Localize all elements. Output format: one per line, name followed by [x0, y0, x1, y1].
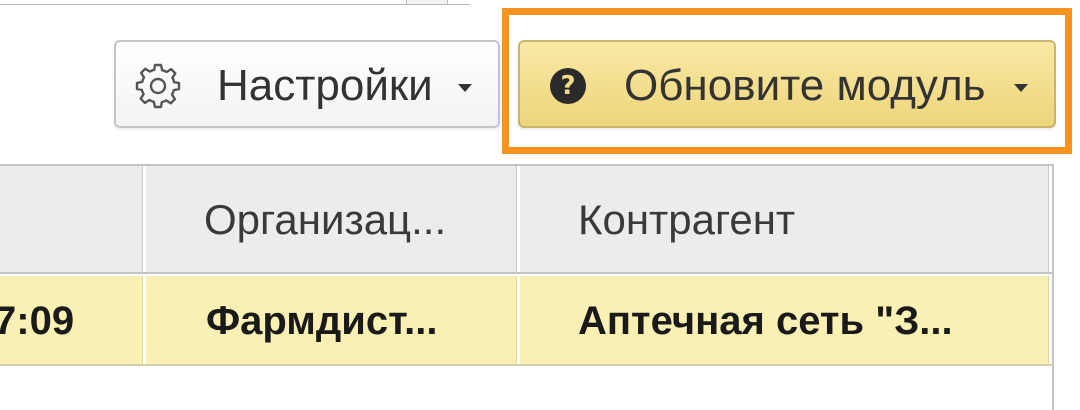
documents-table: Организац... Контрагент 7:09 Фармдист...…: [0, 164, 1054, 410]
column-header-organization[interactable]: Организац...: [146, 166, 520, 272]
table-cell-counterparty: Аптечная сеть "З...: [520, 276, 1052, 364]
column-header-time[interactable]: [0, 166, 146, 272]
table-cell-time: 7:09: [0, 276, 146, 364]
gear-icon: [135, 63, 181, 109]
update-module-button[interactable]: ? Обновите модуль: [518, 40, 1056, 128]
top-field-fragment[interactable]: [0, 0, 470, 5]
table-empty-area: [0, 366, 1052, 410]
chevron-down-icon: [1014, 84, 1028, 92]
settings-button-label: Настройки: [217, 61, 433, 110]
table-row[interactable]: 7:09 Фармдист... Аптечная сеть "З...: [0, 276, 1052, 366]
table-header: Организац... Контрагент: [0, 166, 1052, 274]
chevron-down-icon: [458, 84, 472, 92]
question-circle-icon: ?: [550, 68, 586, 104]
app-window: Настройки ? Обновите модуль Организац...…: [0, 0, 1080, 410]
update-module-button-label: Обновите модуль: [624, 61, 986, 110]
settings-button[interactable]: Настройки: [114, 40, 500, 128]
top-field-button-fragment[interactable]: [406, 0, 448, 5]
column-header-counterparty[interactable]: Контрагент: [520, 166, 1052, 272]
table-cell-organization: Фармдист...: [146, 276, 520, 364]
